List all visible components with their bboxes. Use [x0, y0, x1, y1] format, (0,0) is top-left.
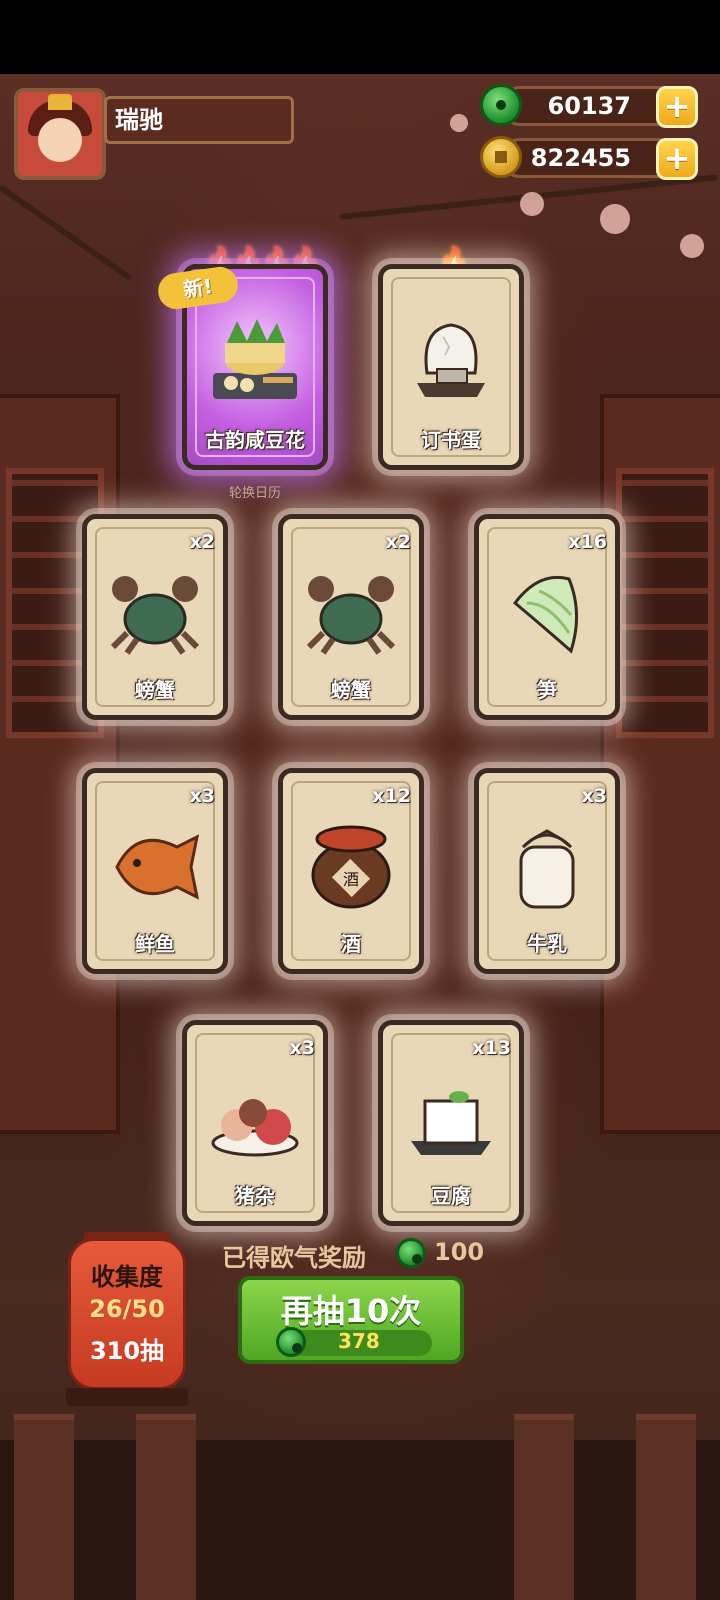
fish-icon [115, 834, 200, 900]
branch-decoration [0, 184, 133, 282]
item-card[interactable]: x3 牛乳 [474, 768, 620, 974]
crab-icon [306, 576, 396, 655]
item-count: x2 [189, 531, 215, 553]
coin-icon [480, 136, 522, 178]
item-count: x12 [372, 785, 411, 807]
add-coin-button[interactable]: + [656, 138, 698, 180]
jade-icon [480, 84, 522, 126]
jade-icon [276, 1327, 306, 1357]
item-card[interactable]: x2 螃蟹 [82, 514, 228, 720]
fence-post [514, 1414, 574, 1600]
jade-balance: 60137 [500, 86, 680, 126]
reward-value: 100 [434, 1238, 485, 1266]
pork-icon [211, 1099, 299, 1157]
draw-cost: 378 [338, 1329, 380, 1353]
avatar[interactable] [14, 88, 106, 180]
reward-label: 已得欧气奖励 [222, 1244, 366, 1272]
fence-post [636, 1414, 696, 1600]
collection-lantern[interactable]: 收集度 26/50 310抽 [68, 1238, 186, 1390]
crab-icon [110, 576, 200, 655]
fence-post [136, 1414, 196, 1600]
blossom-decoration [680, 234, 704, 258]
card-label: 订书蛋 [421, 428, 481, 452]
wine-jar-icon: 酒 [311, 825, 391, 909]
card-label: 豆腐 [431, 1184, 471, 1208]
item-card[interactable]: x3 猪杂 [182, 1020, 328, 1226]
item-count: x2 [385, 531, 411, 553]
floor [0, 1440, 720, 1600]
item-count: x3 [189, 785, 215, 807]
jade-icon [396, 1238, 426, 1268]
tofu-icon [411, 1091, 491, 1155]
item-count: x13 [472, 1037, 511, 1059]
milk-jar-icon [519, 829, 575, 909]
left-door-decoration [0, 394, 120, 1134]
item-card[interactable]: x16 笋 [474, 514, 620, 720]
card-label: 牛乳 [527, 932, 567, 956]
card-label: 鲜鱼 [135, 932, 175, 956]
collection-draws: 310抽 [89, 1337, 165, 1365]
blossom-decoration [600, 204, 630, 234]
fence-post [14, 1414, 74, 1600]
jar-label: 酒 [343, 870, 359, 889]
right-door-decoration [600, 394, 720, 1134]
item-count: x3 [581, 785, 607, 807]
item-count: x16 [568, 531, 607, 553]
blossom-decoration [520, 192, 544, 216]
card-label: 笋 [537, 678, 557, 702]
card-label: 古韵咸豆花 [205, 428, 305, 452]
player-name: 瑞驰 [104, 96, 294, 144]
blossom-decoration [450, 114, 468, 132]
item-card[interactable]: x13 豆腐 [378, 1020, 524, 1226]
featured-card[interactable]: 订书蛋 [378, 264, 524, 470]
item-card[interactable]: x12 酒 酒 [278, 768, 424, 974]
item-card[interactable]: x2 螃蟹 [278, 514, 424, 720]
draw-again-button[interactable]: 再抽10次 378 [238, 1276, 464, 1364]
card-label: 螃蟹 [331, 678, 371, 702]
coin-balance: 822455 [500, 138, 680, 178]
item-card[interactable]: x3 鲜鱼 [82, 768, 228, 974]
dish-icon [213, 319, 297, 399]
collection-progress: 26/50 [89, 1295, 165, 1323]
egg-icon [417, 323, 485, 397]
card-label: 猪杂 [235, 1184, 275, 1208]
calendar-label[interactable]: 轮换日历 [200, 482, 310, 501]
card-label: 螃蟹 [135, 678, 175, 702]
bamboo-shoot-icon [512, 575, 579, 654]
item-count: x3 [289, 1037, 315, 1059]
add-jade-button[interactable]: + [656, 86, 698, 128]
draw-button-label: 再抽10次 [280, 1292, 422, 1330]
status-bar [0, 0, 720, 74]
lantern-stand [66, 1388, 188, 1406]
draw-cost-bar: 378 [276, 1327, 432, 1357]
collection-title: 收集度 [91, 1263, 163, 1291]
card-label: 酒 [341, 932, 361, 956]
